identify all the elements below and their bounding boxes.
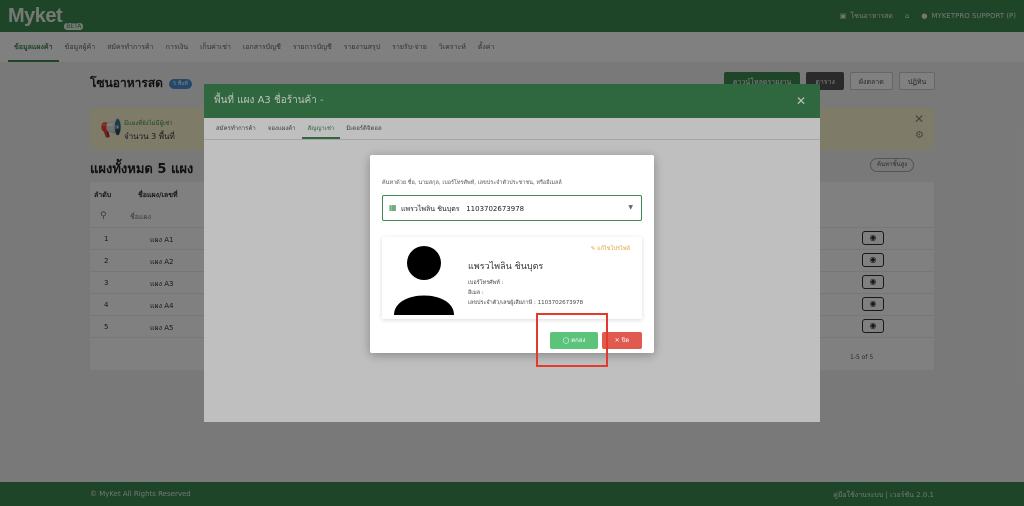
close-button[interactable]: ✕ ปิด [602, 332, 642, 349]
calendar-icon: ▦ [389, 203, 397, 212]
tenant-select-dialog: ค้นหาด้วย ชื่อ, นามสกุล, เบอร์โทรศัพท์, … [370, 155, 654, 353]
search-hint: ค้นหาด้วย ชื่อ, นามสกุล, เบอร์โทรศัพท์, … [382, 180, 562, 186]
email-label: อีเมล : [468, 290, 484, 296]
tenant-search-select[interactable]: ▦ แพรวไพลิน ชินบุตร 1103702673978 ▼ [382, 195, 642, 221]
edit-profile-link[interactable]: ✎ แก้ไขโปรไฟล์ [591, 245, 630, 253]
phone-label: เบอร์โทรศัพท์ : [468, 280, 504, 286]
chevron-down-icon: ▼ [628, 204, 633, 211]
avatar [394, 246, 454, 315]
tax-id-line: เลขประจำตัว/เลขผู้เสียภาษี : 11037026739… [468, 300, 584, 306]
highlight-box [536, 313, 608, 367]
tenant-profile-card: ✎ แก้ไขโปรไฟล์ แพรวไพลิน ชินบุตร เบอร์โท… [382, 237, 642, 319]
tenant-name: แพรวไพลิน ชินบุตร [468, 262, 544, 272]
